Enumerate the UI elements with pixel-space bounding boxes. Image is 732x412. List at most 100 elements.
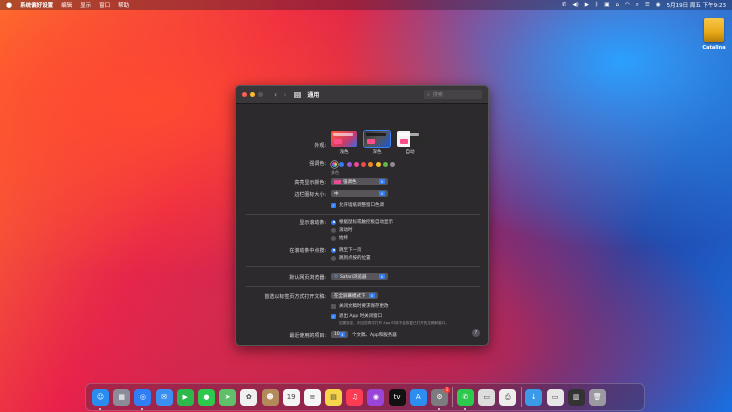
highlight-label: 高亮显示颜色: (294, 180, 326, 186)
menu-view[interactable]: 显示 (80, 1, 91, 9)
prefer-tabs-popup[interactable]: 在全屏幕模式下 ⇕ (331, 292, 378, 299)
close-button[interactable] (242, 92, 247, 97)
radio-icon (331, 235, 336, 241)
highlight-popup[interactable]: 强调色 ⇕ (331, 178, 388, 185)
minimize-button[interactable] (250, 92, 255, 97)
search-field[interactable]: ⌕ 搜索 (424, 90, 482, 99)
launchpad-icon[interactable]: ▦ (113, 388, 131, 406)
accent-color-swatch[interactable] (390, 162, 396, 167)
accent-color-swatch[interactable] (375, 162, 381, 167)
maps-icon[interactable]: ➤ (219, 388, 237, 406)
forward-chevron-icon[interactable]: › (283, 90, 286, 99)
appearance-auto[interactable]: 自动 (397, 131, 423, 155)
accent-color-swatch[interactable] (339, 162, 345, 167)
safari-small-icon: ◎ (334, 274, 338, 279)
accent-color-swatch[interactable] (332, 162, 337, 167)
finder-icon[interactable]: ☺ (92, 388, 109, 410)
dock: ☺ ▦ ◎ ✉ ▶ ● ➤ ✿ ☻ 19 ≡ ▤ ♫ ◉ tv A ⚙ 1 ✆ ▭ ⎙ ↓ ▭ ▥ 🗑 (85, 383, 645, 411)
wallpaper-tint-checkbox[interactable]: ✓ 允许墙纸调整窗口色调 (331, 202, 384, 208)
jump-next-page-radio[interactable]: 跳至下一页 (331, 247, 362, 253)
appearance-dark-label: 深色 (372, 150, 382, 155)
control-center-icon[interactable]: ☰ (645, 2, 650, 8)
accent-color-swatch[interactable] (368, 162, 374, 167)
zoom-button[interactable] (258, 92, 263, 97)
radio-selected-icon (331, 247, 336, 253)
system-preferences-icon[interactable]: ⚙ 1 (431, 386, 450, 410)
menubar-clock[interactable]: 5月19日 周五 下午9:23 (667, 1, 726, 9)
menu-edit[interactable]: 编辑 (61, 1, 72, 9)
contacts-icon[interactable]: ☻ (261, 388, 279, 406)
printer-icon[interactable]: ⎙ (499, 388, 517, 406)
ask-keep-changes-checkbox[interactable]: 关闭文稿时要求保存更改 (331, 303, 389, 309)
highlight-value: 强调色 (343, 179, 357, 185)
podcasts-icon[interactable]: ◉ (367, 388, 385, 406)
appearance-light[interactable]: 浅色 (331, 131, 357, 155)
calendar-icon[interactable]: 19 (282, 388, 300, 406)
default-browser-label: 默认网页浏览器: (289, 275, 326, 281)
drive-label: Catalina (702, 45, 726, 51)
documents-stack-icon[interactable]: ▭ (546, 388, 564, 406)
accent-color-swatch[interactable] (383, 162, 389, 167)
screenshots-stack-icon[interactable]: ▥ (567, 388, 585, 406)
help-button[interactable]: ? (472, 329, 480, 337)
recent-items-label: 最近使用的项目: (289, 333, 326, 339)
auto-thumbnail (397, 131, 423, 147)
accent-color-swatch[interactable] (353, 162, 359, 167)
scrollbars-always-radio[interactable]: 始终 (331, 235, 348, 241)
safari-icon[interactable]: ◎ (134, 388, 152, 410)
lock-icon[interactable]: ⌂ (615, 2, 619, 8)
messages-icon[interactable]: ● (197, 388, 215, 406)
mail-icon[interactable]: ✉ (155, 388, 173, 406)
appletv-icon[interactable]: tv (388, 388, 406, 406)
reminders-icon[interactable]: ≡ (303, 388, 321, 406)
close-windows-checkbox[interactable]: ✓ 退出 App 时关闭窗口 (331, 313, 382, 319)
general-pane: 外观: 浅色 深色 自动 强调色: 多色 高亮显示颜色: 强调色 ⇕ 边栏图标大… (236, 104, 488, 339)
default-browser-popup[interactable]: ◎ Safari浏览器 ⇕ (331, 273, 388, 280)
screens-icon[interactable]: ▭ (478, 388, 496, 406)
volume-icon[interactable]: ◀) (572, 2, 578, 8)
back-chevron-icon[interactable]: ‹ (274, 90, 277, 99)
scrollbars-always-label: 始终 (339, 236, 348, 241)
appearance-dark[interactable]: 深色 (363, 130, 391, 155)
siri-icon[interactable]: ◉ (656, 2, 661, 8)
desktop-drive[interactable]: Catalina (702, 18, 726, 51)
show-all-grid-icon[interactable] (294, 91, 302, 98)
search-icon[interactable]: ⌕ (636, 2, 639, 9)
prefer-tabs-value: 在全屏幕模式下 (334, 293, 366, 299)
bluetooth-icon[interactable]: ᛒ (595, 2, 598, 8)
dock-separator (452, 387, 453, 407)
recent-items-popup[interactable]: 10 ⇕ (331, 331, 348, 338)
accent-color-swatch[interactable] (346, 162, 352, 167)
appstore-icon[interactable]: A (409, 388, 427, 406)
accent-color-swatch[interactable] (361, 162, 367, 167)
dark-thumbnail (363, 130, 391, 148)
chevron-updown-icon: ⇕ (379, 191, 385, 196)
notes-icon[interactable]: ▤ (325, 388, 343, 406)
sidebar-icon-popup[interactable]: 中 ⇕ (331, 190, 388, 197)
apple-menu-icon[interactable]: ● (6, 1, 12, 9)
trash-icon[interactable]: 🗑 (588, 388, 606, 406)
scrollbars-scrolling-label: 滚动时 (339, 228, 353, 233)
radio-icon (331, 255, 336, 261)
recent-items-suffix: 个文稿、App和服务器 (352, 333, 397, 338)
scrollbars-scrolling-radio[interactable]: 滚动时 (331, 227, 353, 233)
dock-separator (520, 387, 522, 407)
highlight-swatch (334, 179, 341, 184)
menu-window[interactable]: 窗口 (99, 1, 110, 9)
menu-app-name[interactable]: 系统偏好设置 (20, 1, 53, 9)
default-browser-value: Safari浏览器 (339, 274, 367, 280)
jump-click-spot-radio[interactable]: 跳到点按的位置 (331, 255, 371, 261)
display-icon[interactable]: ▣ (604, 2, 609, 8)
photos-icon[interactable]: ✿ (240, 388, 258, 406)
wifi-icon[interactable]: ◠ (625, 2, 630, 8)
facetime-icon[interactable]: ▶ (176, 388, 194, 406)
divider (246, 214, 480, 215)
wechat-icon[interactable]: ✆ (456, 388, 474, 410)
music-icon[interactable]: ♫ (346, 388, 364, 406)
downloads-folder-icon[interactable]: ↓ (525, 388, 543, 406)
play-icon[interactable]: ▶ (585, 2, 589, 8)
scrollbars-auto-radio[interactable]: 根据鼠标或触控板自动显示 (331, 219, 393, 225)
running-indicator (141, 407, 144, 410)
wechat-status-icon[interactable]: ✆ (562, 2, 567, 8)
menu-help[interactable]: 帮助 (118, 1, 129, 9)
